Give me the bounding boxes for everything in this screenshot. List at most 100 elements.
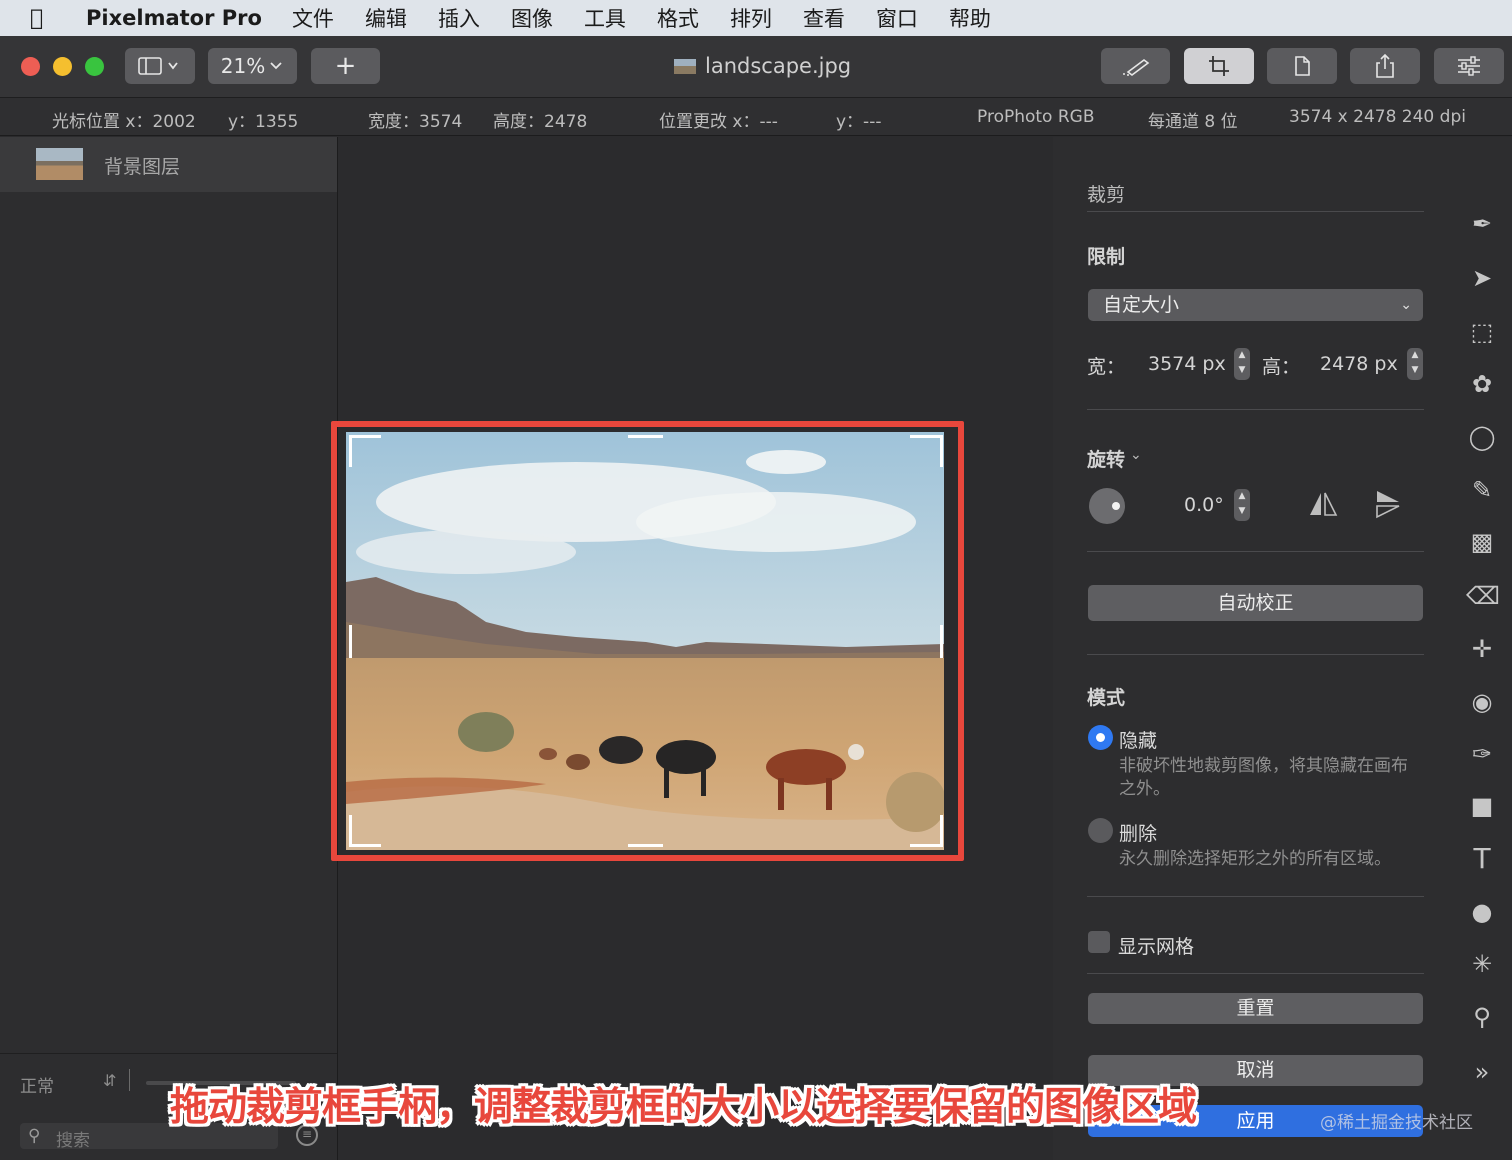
- height-field[interactable]: 2478 px: [1320, 353, 1398, 375]
- watermark: @稀土掘金技术社区: [1320, 1113, 1473, 1133]
- show-grid-label[interactable]: 显示网格: [1118, 932, 1194, 959]
- menu-app-name[interactable]: Pixelmator Pro: [86, 6, 262, 30]
- inspector-divider: [1087, 211, 1424, 212]
- crop-handle-bottom-left[interactable]: [349, 844, 381, 847]
- mode-hide-label[interactable]: 隐藏: [1119, 726, 1157, 753]
- lasso-icon[interactable]: ✿: [1466, 368, 1498, 400]
- crop-handle-top-right-v[interactable]: [940, 435, 943, 467]
- mode-delete-radio[interactable]: [1088, 818, 1113, 843]
- constraint-title: 限制: [1087, 246, 1126, 268]
- zoom-window-button[interactable]: [85, 57, 104, 76]
- paint-brush-icon[interactable]: ✎: [1466, 474, 1498, 506]
- inspector-divider: [1087, 409, 1424, 410]
- document-title: landscape.jpg: [674, 54, 851, 78]
- color-adjust-icon[interactable]: ●: [1466, 896, 1498, 928]
- layer-name: 背景图层: [104, 156, 181, 178]
- flip-vertical-icon[interactable]: [1373, 488, 1403, 520]
- image-file-icon: [674, 58, 696, 74]
- mode-delete-description: 永久删除选择矩形之外的所有区域。: [1119, 849, 1391, 869]
- crop-handle-top[interactable]: [628, 435, 663, 438]
- inspector-divider: [1087, 654, 1424, 655]
- apple-icon[interactable]: : [30, 6, 58, 31]
- adjustments-button[interactable]: [1434, 48, 1504, 84]
- menu-tools[interactable]: 工具: [584, 3, 626, 33]
- repair-bandage-icon[interactable]: ✛: [1466, 633, 1498, 665]
- clone-icon[interactable]: ◉: [1466, 686, 1498, 718]
- auto-straighten-button[interactable]: 自动校正: [1088, 585, 1423, 621]
- crop-handle-top-left-v[interactable]: [349, 435, 352, 467]
- add-button[interactable]: +: [311, 48, 380, 84]
- dimensions-readout: 3574 x 2478 240 dpi: [1289, 107, 1466, 127]
- chevron-down-icon: ⌄: [1130, 447, 1142, 463]
- arrange-pointer-icon[interactable]: ➤: [1466, 262, 1498, 294]
- menu-format[interactable]: 格式: [657, 3, 699, 33]
- sidebar-toggle-button[interactable]: [125, 48, 195, 84]
- rotation-dial[interactable]: [1089, 488, 1125, 524]
- rotate-title[interactable]: 旋转: [1087, 445, 1125, 472]
- crop-handle-bottom-left-v[interactable]: [349, 815, 352, 847]
- inspector-divider: [1087, 973, 1424, 974]
- crop-icon: [1209, 56, 1229, 76]
- mode-title: 模式: [1087, 687, 1126, 709]
- menu-window[interactable]: 窗口: [876, 3, 918, 33]
- rotation-field[interactable]: 0.0°: [1184, 494, 1224, 516]
- menu-arrange[interactable]: 排列: [730, 3, 772, 33]
- flip-horizontal-icon[interactable]: [1307, 490, 1339, 518]
- rect-select-icon[interactable]: ⬚: [1466, 316, 1498, 348]
- position-change-x-readout: 位置更改 x：---: [659, 112, 778, 132]
- show-grid-checkbox[interactable]: [1088, 931, 1110, 953]
- height-label: 高：: [1262, 356, 1301, 378]
- menu-help[interactable]: 帮助: [949, 3, 991, 33]
- inspector-title: 裁剪: [1087, 184, 1126, 206]
- width-stepper[interactable]: ▲ ▼: [1234, 348, 1250, 380]
- height-stepper[interactable]: ▲ ▼: [1407, 348, 1423, 380]
- toolbar-divider: [129, 1069, 130, 1091]
- pen-icon[interactable]: ✑: [1466, 738, 1498, 770]
- mode-hide-radio[interactable]: [1088, 725, 1113, 750]
- info-bar: 光标位置 x：2002 y：1355 宽度：3574 高度：2478 位置更改 …: [0, 98, 1512, 136]
- new-document-button[interactable]: [1267, 48, 1337, 84]
- search-placeholder: 搜索: [56, 1131, 90, 1151]
- menu-file[interactable]: 文件: [292, 3, 334, 33]
- effects-sparkle-icon[interactable]: ✳: [1466, 948, 1498, 980]
- crop-handle-bottom-right[interactable]: [910, 844, 942, 847]
- format-tool-button[interactable]: [1101, 48, 1170, 84]
- text-tool-icon[interactable]: T: [1466, 843, 1498, 875]
- menu-insert[interactable]: 插入: [438, 3, 480, 33]
- width-label: 宽：: [1087, 356, 1126, 378]
- document-name: landscape.jpg: [705, 54, 852, 78]
- share-button[interactable]: [1350, 48, 1420, 84]
- menu-edit[interactable]: 编辑: [365, 3, 407, 33]
- search-icon: ⚲: [28, 1126, 41, 1146]
- blend-mode-select[interactable]: 正常: [20, 1072, 54, 1097]
- crop-handle-top-right[interactable]: [910, 435, 942, 438]
- eraser-icon[interactable]: ⌫: [1466, 580, 1500, 612]
- crop-handle-top-left[interactable]: [349, 435, 381, 438]
- zoom-magnifier-icon[interactable]: ⚲: [1466, 1001, 1498, 1033]
- menu-view[interactable]: 查看: [803, 3, 845, 33]
- mode-hide-description: 非破坏性地裁剪图像，将其隐藏在画布之外。: [1119, 756, 1408, 799]
- crop-tool-button[interactable]: [1184, 48, 1254, 84]
- reset-button[interactable]: 重置: [1088, 993, 1423, 1024]
- layer-item[interactable]: 背景图层: [0, 137, 337, 192]
- constraint-select[interactable]: 自定大小 ⌄: [1088, 289, 1423, 321]
- crop-handle-left[interactable]: [349, 625, 352, 658]
- shape-icon[interactable]: ■: [1466, 790, 1498, 822]
- crop-handle-right[interactable]: [940, 625, 943, 658]
- quick-select-icon[interactable]: ◯: [1466, 421, 1498, 453]
- crop-handle-bottom-right-v[interactable]: [940, 815, 943, 847]
- more-tools-icon[interactable]: »: [1466, 1056, 1498, 1088]
- menu-image[interactable]: 图像: [511, 3, 553, 33]
- style-tool-icon[interactable]: ✒: [1466, 208, 1498, 240]
- minimize-window-button[interactable]: [53, 57, 72, 76]
- rotation-stepper[interactable]: ▲ ▼: [1234, 489, 1250, 521]
- zoom-dropdown[interactable]: 21%: [208, 48, 297, 84]
- close-window-button[interactable]: [21, 57, 40, 76]
- crop-handle-bottom[interactable]: [628, 844, 663, 847]
- bit-depth-readout: 每通道 8 位: [1148, 112, 1238, 132]
- width-field[interactable]: 3574 px: [1148, 353, 1226, 375]
- color-profile-readout: ProPhoto RGB: [977, 107, 1095, 127]
- updown-arrows-icon: ⇵: [103, 1071, 117, 1090]
- mode-delete-label[interactable]: 删除: [1119, 819, 1157, 846]
- gradient-icon[interactable]: ▩: [1466, 526, 1498, 558]
